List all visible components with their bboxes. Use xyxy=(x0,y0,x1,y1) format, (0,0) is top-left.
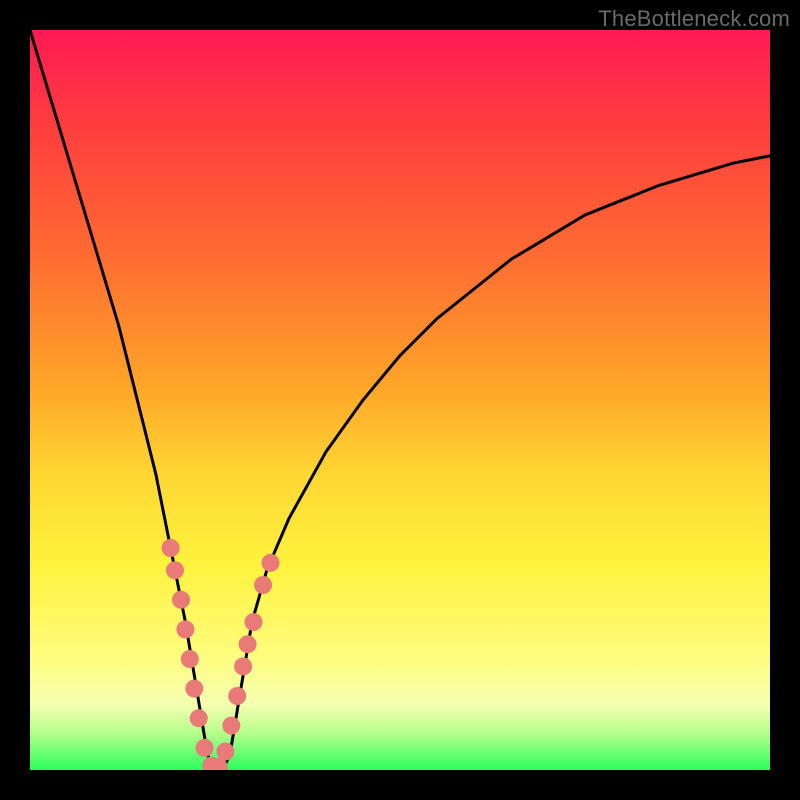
chart-frame: TheBottleneck.com xyxy=(0,0,800,800)
marker-dot xyxy=(166,561,184,579)
marker-dot xyxy=(222,717,240,735)
marker-dot xyxy=(162,539,180,557)
marker-dots xyxy=(162,539,280,770)
marker-dot xyxy=(176,620,194,638)
marker-dot xyxy=(190,709,208,727)
marker-dot xyxy=(239,635,257,653)
marker-dot xyxy=(262,554,280,572)
marker-dot xyxy=(245,613,263,631)
marker-dot xyxy=(216,743,234,761)
marker-dot xyxy=(172,591,190,609)
marker-dot xyxy=(196,739,214,757)
watermark-text: TheBottleneck.com xyxy=(598,6,790,32)
curve-layer xyxy=(30,30,770,770)
marker-dot xyxy=(185,680,203,698)
plot-area xyxy=(30,30,770,770)
marker-dot xyxy=(254,576,272,594)
marker-dot xyxy=(181,650,199,668)
bottleneck-curve xyxy=(30,30,770,770)
marker-dot xyxy=(228,687,246,705)
marker-dot xyxy=(234,657,252,675)
